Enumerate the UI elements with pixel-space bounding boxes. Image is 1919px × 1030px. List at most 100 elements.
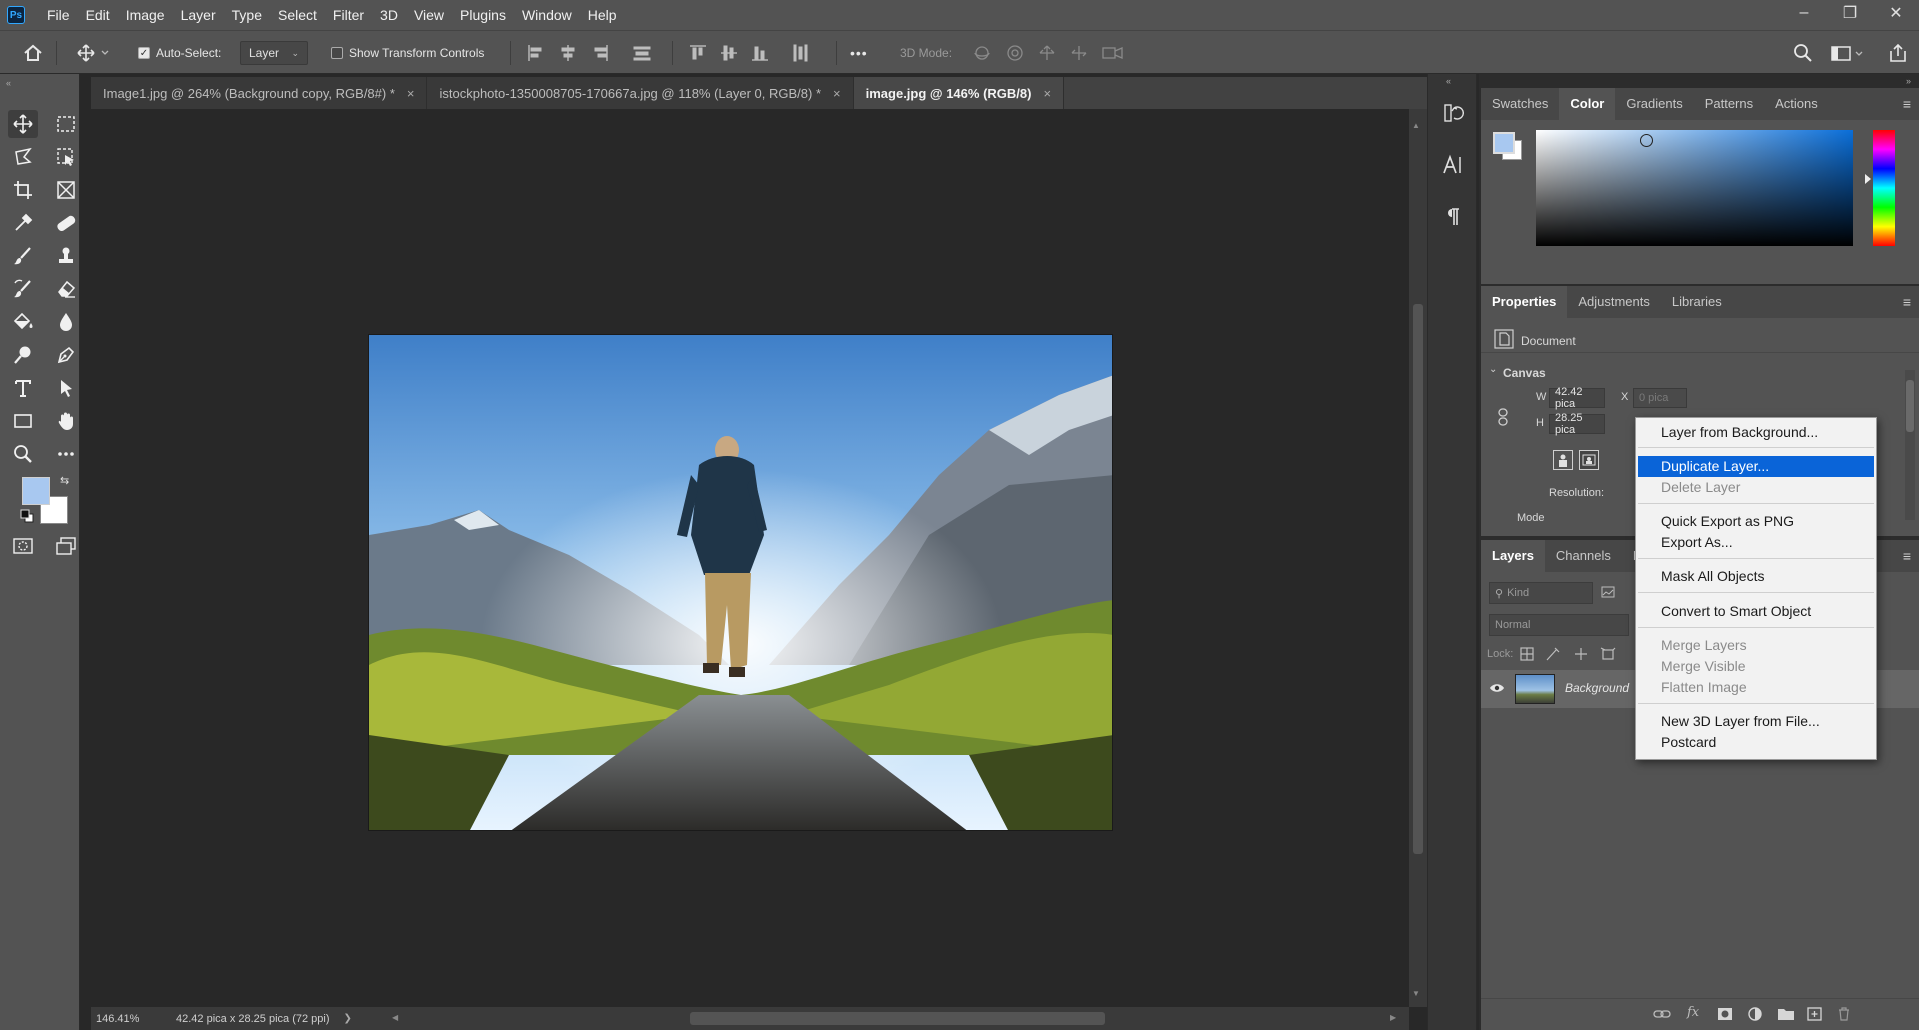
tab-image1[interactable]: Image1.jpg @ 264% (Background copy, RGB/… [91,77,428,109]
minimize-button[interactable]: – [1781,0,1827,26]
width-field[interactable]: 42.42 pica [1549,386,1605,410]
close-tab-icon[interactable]: × [407,86,415,101]
portrait-orientation-icon[interactable] [1553,450,1573,470]
close-tab-icon[interactable]: × [1043,86,1051,101]
menu-3d[interactable]: 3D [372,0,406,30]
paint-bucket-tool-icon[interactable] [8,308,38,336]
horizontal-scroll-thumb[interactable] [690,1012,1105,1025]
menu-item-duplicate-layer[interactable]: Duplicate Layer... [1638,456,1874,477]
menu-filter[interactable]: Filter [325,0,372,30]
tab-properties[interactable]: Properties [1481,286,1568,318]
tab-swatches[interactable]: Swatches [1481,88,1559,120]
hue-slider[interactable] [1865,130,1895,246]
menu-plugins[interactable]: Plugins [452,0,514,30]
collapse-toolbar-icon[interactable]: « [6,78,11,88]
clone-stamp-tool-icon[interactable] [51,242,81,270]
link-layers-icon[interactable] [1653,1007,1671,1021]
scroll-down-icon[interactable]: ▼ [1412,989,1420,998]
tab-istockphoto[interactable]: istockphoto-1350008705-170667a.jpg @ 118… [427,77,854,109]
tab-actions[interactable]: Actions [1764,88,1829,120]
move-tool-icon[interactable] [8,110,38,138]
menu-select[interactable]: Select [270,0,325,30]
restore-button[interactable]: ❐ [1827,0,1873,26]
tab-channels[interactable]: Channels [1545,540,1622,572]
color-panel-foreground-swatch[interactable] [1493,132,1515,154]
menu-view[interactable]: View [406,0,452,30]
menu-item-layer-from-background[interactable]: Layer from Background... [1638,422,1874,443]
hand-tool-icon[interactable] [51,407,81,435]
home-icon[interactable] [22,31,44,75]
brush-tool-icon[interactable] [8,242,38,270]
lasso-tool-icon[interactable] [8,143,38,171]
menu-item-postcard[interactable]: Postcard [1638,732,1874,753]
scroll-right-icon[interactable]: ▶ [1390,1013,1396,1022]
x-field[interactable]: 0 pica [1633,388,1687,408]
collapse-panels-icon[interactable]: » [1906,76,1911,86]
rectangle-tool-icon[interactable] [8,407,38,435]
auto-select-checkbox[interactable]: ✓ Auto-Select: [138,31,221,75]
quick-mask-icon[interactable] [8,532,38,560]
crop-tool-icon[interactable] [8,176,38,204]
add-mask-icon[interactable] [1717,1007,1733,1021]
menu-item-quick-export-png[interactable]: Quick Export as PNG [1638,511,1874,532]
tab-libraries[interactable]: Libraries [1661,286,1733,318]
menu-file[interactable]: File [39,0,78,30]
default-colors-icon[interactable] [20,509,34,523]
scroll-left-icon[interactable]: ◀ [392,1013,398,1022]
blend-mode-dropdown[interactable]: Normal [1489,614,1629,636]
blur-tool-icon[interactable] [51,308,81,336]
menu-item-mask-all-objects[interactable]: Mask All Objects [1638,566,1874,587]
marquee-tool-icon[interactable] [51,110,81,138]
properties-scrollbar[interactable] [1905,370,1915,520]
character-panel-icon[interactable] [1438,150,1468,180]
eyedropper-tool-icon[interactable] [8,209,38,237]
more-tools-icon[interactable] [51,440,81,468]
canvas-area[interactable] [91,109,1409,1007]
vertical-scroll-thumb[interactable] [1413,304,1423,854]
menu-edit[interactable]: Edit [78,0,118,30]
paragraph-panel-icon[interactable] [1438,202,1468,232]
properties-scroll-thumb[interactable] [1906,380,1914,432]
panel-menu-icon[interactable]: ≡ [1903,548,1911,564]
foreground-color-swatch[interactable] [22,477,50,505]
vertical-scrollbar[interactable]: ▲ ▼ [1409,109,1427,1007]
more-options-button[interactable]: ••• [850,45,868,61]
menu-item-new-3d-layer-from-file[interactable]: New 3D Layer from File... [1638,711,1874,732]
new-group-folder-icon[interactable] [1777,1007,1795,1021]
zoom-tool-icon[interactable] [8,440,38,468]
layer-filter-kind-dropdown[interactable]: ⚲ Kind [1489,582,1593,604]
tab-adjustments[interactable]: Adjustments [1567,286,1661,318]
chevron-down-icon[interactable]: ⌄ [1489,364,1497,375]
image-filter-icon[interactable] [1601,586,1615,598]
menu-layer[interactable]: Layer [173,0,224,30]
dodge-tool-icon[interactable] [8,341,38,369]
color-picker-field[interactable] [1536,130,1853,246]
panel-menu-icon[interactable]: ≡ [1903,294,1911,310]
history-brush-tool-icon[interactable] [8,275,38,303]
layer-name[interactable]: Background [1565,681,1629,695]
menu-image[interactable]: Image [118,0,173,30]
document-image[interactable] [368,334,1113,831]
expand-dock-icon[interactable]: « [1446,76,1451,86]
menu-item-convert-to-smart-object[interactable]: Convert to Smart Object [1638,601,1874,622]
frame-tool-icon[interactable] [51,176,81,204]
zoom-level[interactable]: 146.41% [96,1013,166,1025]
adjustment-layer-icon[interactable] [1747,1007,1763,1021]
close-tab-icon[interactable]: × [833,86,841,101]
color-picker-cursor[interactable] [1640,134,1653,147]
hue-slider-handle[interactable] [1865,174,1871,184]
tab-layers[interactable]: Layers [1481,540,1545,572]
menu-window[interactable]: Window [514,0,580,30]
healing-brush-tool-icon[interactable] [51,209,81,237]
swap-colors-icon[interactable]: ⇆ [60,474,69,487]
tab-image[interactable]: image.jpg @ 146% (RGB/8) × [853,77,1065,109]
trash-icon[interactable] [1837,1007,1851,1021]
height-field[interactable]: 28.25 pica [1549,412,1605,436]
eraser-tool-icon[interactable] [51,275,81,303]
horizontal-scrollbar[interactable]: ◀ ▶ [370,1007,1409,1030]
close-button[interactable]: ✕ [1873,0,1919,26]
move-tool-preset-icon[interactable] [76,31,110,75]
tab-gradients[interactable]: Gradients [1615,88,1693,120]
visibility-eye-icon[interactable] [1489,682,1505,694]
auto-select-target-dropdown[interactable]: Layer ⌄ [240,41,308,65]
